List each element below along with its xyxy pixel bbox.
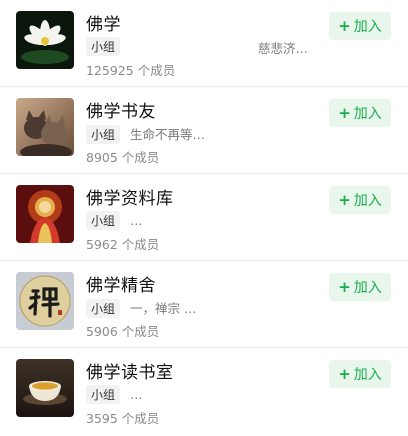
group-name[interactable]: 佛学资料库 (86, 184, 174, 209)
join-button[interactable]: + 加入 (329, 99, 391, 127)
group-meta: 小组 … (86, 385, 308, 405)
group-list: 佛学 小组 慈悲济… 125925 个成员 + 加入 佛学书友 小组 生命不再等… (0, 0, 408, 435)
group-meta: 小组 一，禅宗 … (86, 298, 308, 318)
group-tag: 小组 (86, 37, 121, 56)
list-item[interactable]: 佛学精舍 小组 一，禅宗 … 5906 个成员 + 加入 (0, 261, 408, 348)
cats-thumbnail[interactable] (16, 98, 74, 156)
group-name[interactable]: 佛学书友 (86, 97, 156, 122)
group-meta: 小组 慈悲济… (86, 37, 308, 57)
lotus-thumbnail[interactable] (16, 11, 74, 69)
group-name[interactable]: 佛学精舍 (86, 271, 156, 296)
member-count: 5962 个成员 (86, 237, 160, 252)
group-name[interactable]: 佛学读书室 (86, 358, 174, 383)
plus-icon: + (338, 104, 351, 122)
member-count: 125925 个成员 (86, 63, 176, 78)
plus-icon: + (338, 365, 351, 383)
zen-calligraphy-thumbnail[interactable] (16, 272, 74, 330)
tea-cup-thumbnail[interactable] (16, 359, 74, 417)
group-meta: 小组 生命不再等… (86, 124, 308, 144)
join-button[interactable]: + 加入 (329, 186, 391, 214)
list-item[interactable]: 佛学读书室 小组 … 3595 个成员 + 加入 (0, 348, 408, 435)
plus-icon: + (338, 191, 351, 209)
group-tag: 小组 (86, 125, 121, 144)
group-tag: 小组 (86, 211, 121, 230)
join-button[interactable]: + 加入 (329, 12, 391, 40)
list-item[interactable]: 佛学 小组 慈悲济… 125925 个成员 + 加入 (0, 0, 408, 87)
group-meta: 小组 … (86, 211, 308, 231)
member-count: 3595 个成员 (86, 411, 160, 426)
join-button[interactable]: + 加入 (329, 273, 391, 301)
group-tag: 小组 (86, 385, 121, 404)
group-description: 慈悲济… (257, 41, 308, 56)
group-tag: 小组 (86, 299, 121, 318)
buddha-thumbnail[interactable] (16, 185, 74, 243)
group-description: … (130, 213, 143, 228)
join-button[interactable]: + 加入 (329, 360, 391, 388)
list-item[interactable]: 佛学资料库 小组 … 5962 个成员 + 加入 (0, 174, 408, 261)
plus-icon: + (338, 17, 351, 35)
group-description: 一，禅宗 … (130, 301, 197, 316)
member-count: 5906 个成员 (86, 324, 160, 339)
plus-icon: + (338, 278, 351, 296)
group-description: … (130, 387, 143, 402)
group-description: 生命不再等… (130, 127, 206, 142)
member-count: 8905 个成员 (86, 150, 160, 165)
group-name[interactable]: 佛学 (86, 10, 121, 35)
list-item[interactable]: 佛学书友 小组 生命不再等… 8905 个成员 + 加入 (0, 87, 408, 174)
